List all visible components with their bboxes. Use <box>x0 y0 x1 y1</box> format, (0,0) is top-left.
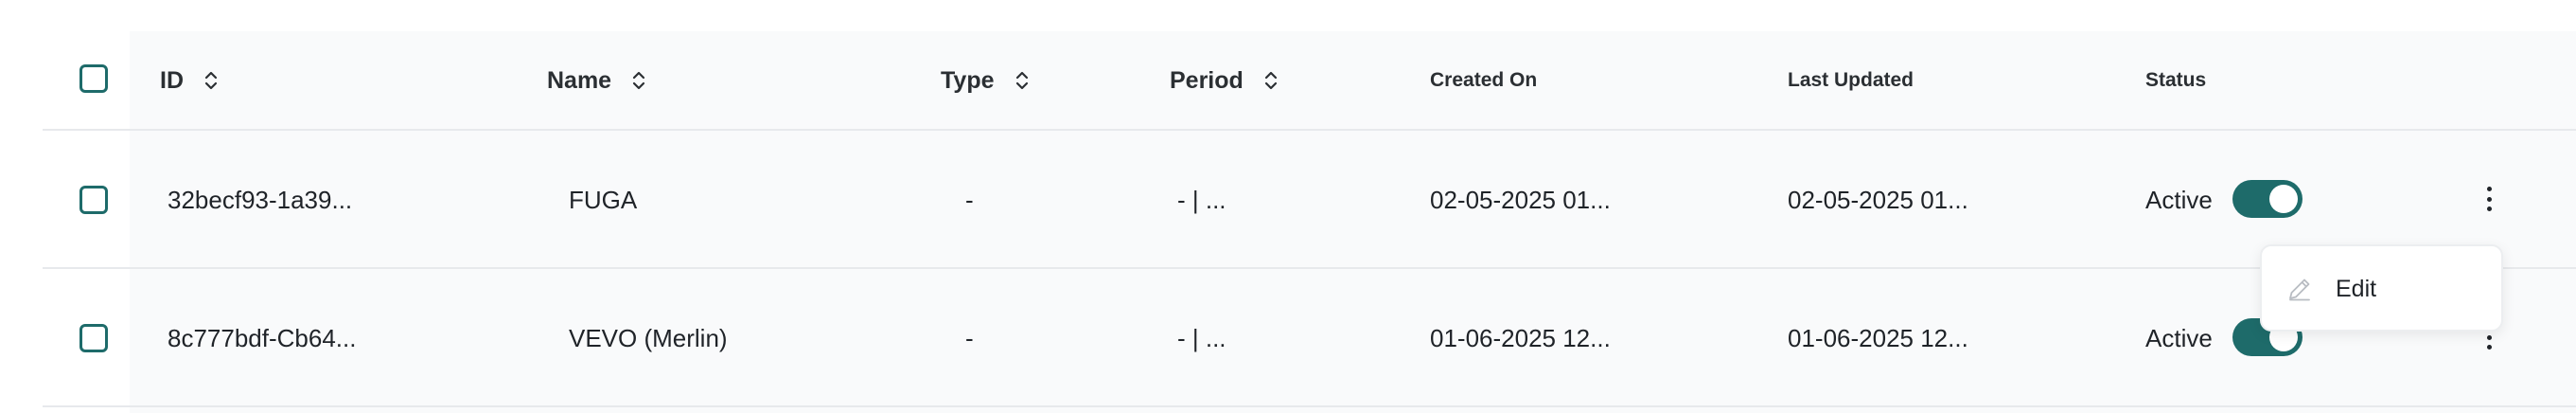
column-header-type[interactable]: Type <box>941 64 1029 97</box>
more-actions-icon[interactable] <box>2479 183 2498 215</box>
cell-id: 8c777bdf-Cb64... <box>168 324 357 352</box>
row-checkbox[interactable] <box>79 324 108 352</box>
column-header-label: Type <box>941 66 995 94</box>
column-header-created-on: Created On <box>1430 67 1537 94</box>
status-label: Active <box>2145 186 2213 214</box>
status-toggle[interactable] <box>2232 180 2303 218</box>
cell-last-updated: 02-05-2025 01... <box>1788 186 1968 214</box>
column-header-id[interactable]: ID <box>160 64 218 97</box>
cell-type: - <box>965 186 974 214</box>
column-header-label: Status <box>2145 69 2207 91</box>
cell-name: VEVO (Merlin) <box>569 324 728 352</box>
cell-name: FUGA <box>569 186 638 214</box>
column-header-label: Name <box>547 66 612 94</box>
cell-created-on: 02-05-2025 01... <box>1430 186 1611 214</box>
menu-item-edit[interactable]: Edit <box>2264 263 2500 314</box>
cell-period: - | ... <box>1177 186 1226 214</box>
status-label: Active <box>2145 324 2213 352</box>
column-header-label: Last Updated <box>1788 69 1914 91</box>
row-checkbox[interactable] <box>79 186 108 214</box>
sort-icon[interactable] <box>1264 70 1278 91</box>
cell-last-updated: 01-06-2025 12... <box>1788 324 1968 352</box>
select-all-checkbox[interactable] <box>79 64 108 93</box>
cell-id: 32becf93-1a39... <box>168 186 353 214</box>
menu-item-label: Edit <box>2336 275 2377 302</box>
column-header-label: ID <box>160 66 184 94</box>
cell-created-on: 01-06-2025 12... <box>1430 324 1611 352</box>
row-actions-menu: Edit <box>2260 244 2503 332</box>
cell-period: - | ... <box>1177 324 1226 352</box>
column-header-label: Created On <box>1430 69 1538 91</box>
row-divider <box>43 267 2576 269</box>
column-header-name[interactable]: Name <box>547 64 645 97</box>
sort-icon[interactable] <box>632 70 645 91</box>
cell-type: - <box>965 324 974 352</box>
toggle-knob <box>2269 185 2298 213</box>
sort-icon[interactable] <box>1015 70 1029 91</box>
row-divider <box>43 129 2576 131</box>
column-header-status: Status <box>2145 67 2206 94</box>
column-header-period[interactable]: Period <box>1170 64 1278 97</box>
row-divider <box>43 405 2576 407</box>
sort-icon[interactable] <box>204 70 218 91</box>
column-header-last-updated: Last Updated <box>1788 67 1914 94</box>
column-header-label: Period <box>1170 66 1244 94</box>
pencil-icon <box>2289 278 2310 301</box>
